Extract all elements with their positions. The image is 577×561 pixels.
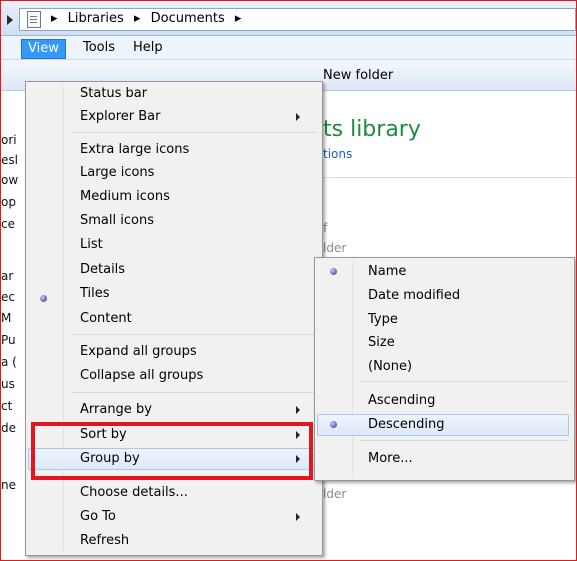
nav-pane-item[interactable]: us: [1, 377, 15, 391]
new-folder-button[interactable]: New folder: [323, 68, 393, 83]
documents-icon: [27, 11, 41, 28]
submenu-item-ascending[interactable]: Ascending: [368, 391, 435, 410]
nav-pane-item[interactable]: de: [1, 421, 16, 435]
menu-item-tiles[interactable]: Tiles: [80, 284, 110, 303]
breadcrumb-separator-icon[interactable]: ▸: [51, 11, 58, 26]
menu-gutter: [63, 85, 64, 551]
menu-item-medium-icons[interactable]: Medium icons: [80, 187, 170, 206]
breadcrumb: ▸ Libraries ▸ Documents ▸: [51, 11, 247, 26]
menu-item-extra-large-icons[interactable]: Extra large icons: [80, 140, 189, 159]
column-folder-header: lder: [323, 241, 347, 255]
menu-item-large-icons[interactable]: Large icons: [80, 163, 154, 182]
menu-item-arrange-by[interactable]: Arrange by: [80, 400, 152, 419]
breadcrumb-separator-icon[interactable]: ▸: [235, 11, 242, 26]
view-menu: Status bar Explorer Bar Extra large icon…: [25, 81, 323, 556]
menu-item-expand-all-groups[interactable]: Expand all groups: [80, 342, 197, 361]
menu-gutter: [352, 261, 353, 477]
menu-separator: [72, 392, 317, 393]
menu-item-status-bar[interactable]: Status bar: [80, 84, 147, 103]
menu-separator: [360, 381, 568, 382]
nav-pane-item[interactable]: ec: [1, 290, 15, 304]
nav-pane-item[interactable]: Pu: [1, 333, 16, 347]
menu-view[interactable]: View: [21, 39, 66, 59]
menu-help[interactable]: Help: [127, 39, 169, 57]
nav-pane-item[interactable]: ow: [1, 173, 18, 187]
menu-separator: [360, 440, 568, 441]
nav-pane-item[interactable]: op: [1, 195, 16, 209]
submenu-item-more[interactable]: More...: [368, 449, 413, 468]
nav-pane-item[interactable]: esl: [1, 153, 18, 167]
submenu-arrow-icon: [296, 406, 300, 414]
arrange-label-fragment: f: [323, 221, 328, 235]
menu-item-small-icons[interactable]: Small icons: [80, 211, 154, 230]
menu-item-content[interactable]: Content: [80, 309, 132, 328]
library-title: ts library: [323, 117, 421, 142]
explorer-window: ▸ Libraries ▸ Documents ▸ View Tools Hel…: [0, 0, 577, 561]
menu-separator: [72, 334, 317, 335]
library-locations-link[interactable]: tions: [323, 147, 352, 161]
menu-item-go-to[interactable]: Go To: [80, 507, 116, 526]
nav-pane-item[interactable]: ne: [1, 478, 16, 492]
menu-item-explorer-bar[interactable]: Explorer Bar: [80, 107, 161, 126]
submenu-item-type[interactable]: Type: [368, 310, 398, 329]
breadcrumb-separator-icon[interactable]: ▸: [134, 11, 141, 26]
submenu-item-descending[interactable]: Descending: [368, 415, 445, 434]
nav-pane-item[interactable]: a (: [1, 355, 17, 369]
menu-item-details[interactable]: Details: [80, 260, 125, 279]
back-arrow-icon[interactable]: [7, 15, 13, 25]
nav-pane-item[interactable]: ori: [1, 133, 17, 147]
submenu-item-size[interactable]: Size: [368, 333, 395, 352]
menu-item-choose-details[interactable]: Choose details...: [80, 483, 188, 502]
submenu-item-name[interactable]: Name: [368, 262, 406, 281]
selected-radio-bullet-icon: [40, 295, 47, 302]
group-by-submenu: Name Date modified Type Size (None) Asce…: [314, 257, 575, 481]
nav-pane-item[interactable]: ar: [1, 269, 13, 283]
red-highlight-box: [31, 422, 313, 480]
breadcrumb-libraries[interactable]: Libraries: [68, 11, 124, 26]
menu-item-collapse-all-groups[interactable]: Collapse all groups: [80, 366, 203, 385]
column-folder-header: lder: [323, 487, 347, 501]
header-divider: [321, 177, 576, 178]
menu-separator: [72, 132, 317, 133]
submenu-item-none[interactable]: (None): [368, 357, 412, 376]
address-bar-area: ▸ Libraries ▸ Documents ▸: [1, 1, 576, 36]
menu-item-refresh[interactable]: Refresh: [80, 531, 129, 550]
menu-item-list[interactable]: List: [80, 235, 103, 254]
nav-pane-item[interactable]: ct: [1, 399, 12, 413]
submenu-arrow-icon: [296, 513, 300, 521]
selected-radio-bullet-icon: [330, 268, 337, 275]
submenu-arrow-icon: [296, 113, 300, 121]
breadcrumb-documents[interactable]: Documents: [151, 11, 225, 26]
selected-radio-bullet-icon: [330, 421, 337, 428]
menu-bar: View Tools Help: [1, 36, 576, 60]
nav-pane-item[interactable]: ce: [1, 217, 15, 231]
menu-tools[interactable]: Tools: [77, 39, 121, 57]
submenu-item-date-modified[interactable]: Date modified: [368, 286, 460, 305]
nav-pane-item[interactable]: M: [1, 311, 11, 325]
